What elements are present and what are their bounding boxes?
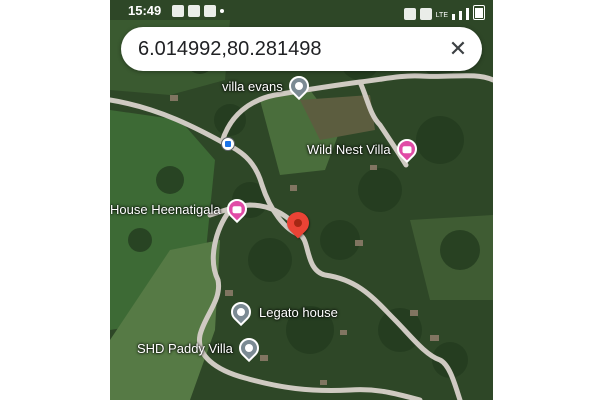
- signal-bar-icon: [452, 14, 455, 20]
- close-icon[interactable]: ✕: [444, 35, 472, 63]
- whatsapp-icon: [172, 5, 184, 17]
- place-label: House Heenatigala: [110, 201, 221, 217]
- status-time: 15:49: [128, 3, 162, 18]
- place-legato-house[interactable]: Legato house: [226, 297, 338, 327]
- place-pin-icon: [226, 297, 256, 327]
- place-shd-paddy-villa[interactable]: SHD Paddy Villa: [137, 333, 264, 363]
- search-bar[interactable]: 6.014992,80.281498 ✕: [121, 27, 482, 71]
- facebook-icon: [188, 5, 200, 17]
- hotel-pin-icon: [222, 194, 251, 224]
- status-bar: 15:49 LTE: [110, 0, 493, 24]
- alarm-icon: [403, 8, 416, 20]
- signal-bar-icon: [459, 11, 462, 20]
- notification-icons: [172, 5, 224, 17]
- battery-icon: [473, 5, 485, 20]
- place-pin-icon: [284, 71, 313, 101]
- place-house-heenatigala[interactable]: House Heenatigala: [110, 194, 251, 224]
- place-villa-evans[interactable]: villa evans: [222, 71, 313, 101]
- network-label: LTE: [435, 12, 448, 19]
- place-pin-icon: [234, 333, 264, 363]
- search-query[interactable]: 6.014992,80.281498: [138, 38, 322, 61]
- hotel-pin-icon: [392, 134, 421, 164]
- place-label: villa evans: [222, 78, 283, 94]
- phone-screen: 15:49 LTE 6.014992,80.281498 ✕ villa eva…: [110, 0, 493, 400]
- bus-stop-icon[interactable]: [221, 137, 235, 151]
- signal-bar-icon: [466, 8, 469, 20]
- gallery-icon: [204, 5, 216, 17]
- place-label: Wild Nest Villa: [307, 141, 391, 157]
- location-icon: [419, 8, 432, 20]
- system-icons: LTE: [403, 5, 485, 20]
- place-wild-nest-villa[interactable]: Wild Nest Villa: [307, 134, 421, 164]
- more-notifications-icon: [220, 9, 224, 13]
- place-label: Legato house: [259, 304, 338, 320]
- place-label: SHD Paddy Villa: [137, 340, 233, 356]
